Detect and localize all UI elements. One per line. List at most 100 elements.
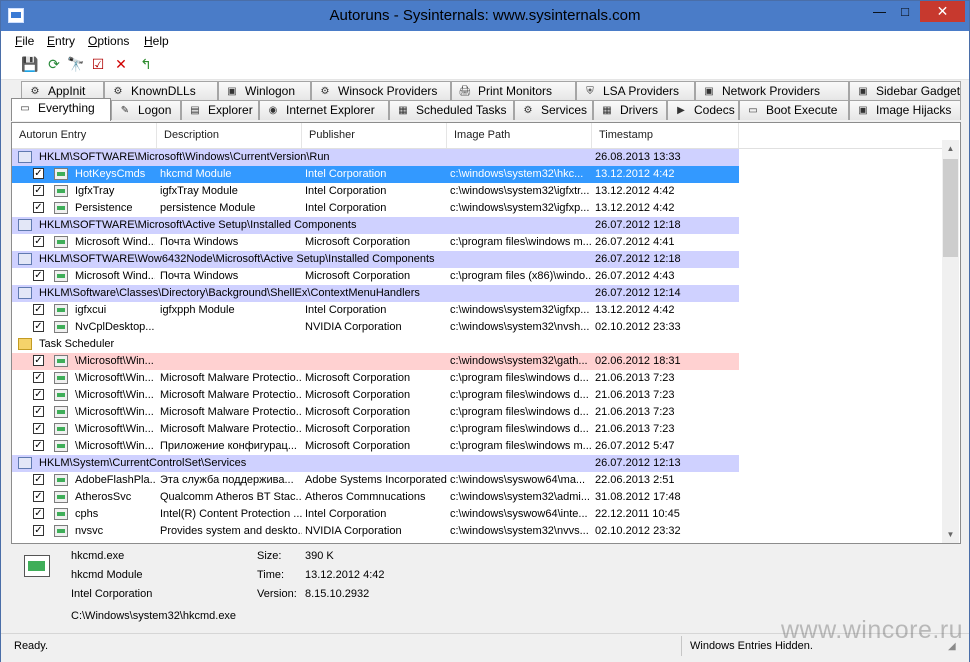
save-icon[interactable]: 💾 <box>21 55 39 73</box>
table-row[interactable]: ✓ AdobeFlashPla... Эта служба поддержива..… <box>12 472 739 489</box>
entry-checkbox[interactable]: ✓ <box>33 236 44 247</box>
entry-checkbox[interactable]: ✓ <box>33 270 44 281</box>
entry-checkbox[interactable]: ✓ <box>33 168 44 179</box>
menu-options[interactable]: Options <box>88 34 129 48</box>
group-row[interactable]: HKLM\Software\Classes\Directory\Backgrou… <box>12 285 739 302</box>
group-row[interactable]: HKLM\SOFTWARE\Microsoft\Windows\CurrentV… <box>12 149 739 166</box>
table-row[interactable]: ✓ HotKeysCmds hkcmd Module Intel Corporatio… <box>12 166 739 183</box>
table-row[interactable]: ✓ Microsoft Wind... Почта Windows Microsoft… <box>12 234 739 251</box>
entry-checkbox[interactable]: ✓ <box>33 508 44 519</box>
table-row[interactable]: ✓ \Microsoft\Win... Microsoft Malware Prot… <box>12 404 739 421</box>
tab-lsa-providers[interactable]: ⛨ LSA Providers <box>576 81 695 100</box>
title-bar[interactable]: Autoruns - Sysinternals: www.sysinternal… <box>1 1 969 31</box>
detail-size-label: Size: <box>257 550 282 562</box>
tab-codecs[interactable]: ▶ Codecs <box>667 100 739 120</box>
entry-name: nvsvc <box>75 525 104 537</box>
resize-grip-icon[interactable]: ◢ <box>948 641 963 656</box>
entry-timestamp: 21.06.2013 7:23 <box>595 406 675 418</box>
tab-winsock-providers-icon: ⚙ <box>320 85 330 97</box>
tab-print-monitors[interactable]: 🖨 Print Monitors <box>451 81 576 100</box>
tab-network-providers-icon: ▣ <box>704 85 714 97</box>
menu-file[interactable]: File <box>15 34 34 48</box>
group-row[interactable]: HKLM\SOFTWARE\Microsoft\Active Setup\Ins… <box>12 217 739 234</box>
folder-icon <box>18 338 32 350</box>
delete-icon[interactable]: ✕ <box>112 55 130 73</box>
entry-description: Почта Windows <box>160 270 239 282</box>
entry-checkbox[interactable]: ✓ <box>33 423 44 434</box>
entry-checkbox[interactable]: ✓ <box>33 525 44 536</box>
entry-image-path: c:\windows\syswow64\ma... <box>450 474 586 486</box>
table-row[interactable]: ✓ Persistence persistence Module Intel Corp… <box>12 200 739 217</box>
scroll-up-arrow-icon[interactable]: ▲ <box>942 140 959 157</box>
column-header-image-path[interactable]: Image Path <box>447 123 592 148</box>
minimize-button[interactable]: — <box>867 1 892 22</box>
entry-publisher: Intel Corporation <box>305 185 387 197</box>
entry-image-path: c:\windows\syswow64\inte... <box>450 508 588 520</box>
tab-everything[interactable]: ▭ Everything <box>11 98 111 121</box>
menu-entry[interactable]: Entry <box>47 34 75 48</box>
entry-checkbox[interactable]: ✓ <box>33 202 44 213</box>
entry-timestamp: 26.07.2012 5:47 <box>595 440 675 452</box>
entry-checkbox[interactable]: ✓ <box>33 406 44 417</box>
scroll-down-arrow-icon[interactable]: ▼ <box>942 526 959 543</box>
vertical-scrollbar[interactable]: ▲ ▼ <box>942 140 959 543</box>
tab-network-providers[interactable]: ▣ Network Providers <box>695 81 849 100</box>
scroll-thumb[interactable] <box>943 159 958 257</box>
entry-checkbox[interactable]: ✓ <box>33 491 44 502</box>
column-header-description[interactable]: Description <box>157 123 302 148</box>
tab-logon[interactable]: ✎ Logon <box>111 100 181 120</box>
entry-checkbox[interactable]: ✓ <box>33 474 44 485</box>
maximize-button[interactable]: □ <box>892 1 918 22</box>
table-row[interactable]: ✓ igfxcui igfxpph Module Intel Corporation c… <box>12 302 739 319</box>
entry-checkbox[interactable]: ✓ <box>33 372 44 383</box>
tab-boot-execute[interactable]: ▭ Boot Execute <box>739 100 849 120</box>
entry-description: persistence Module <box>160 202 256 214</box>
entry-checkbox[interactable]: ✓ <box>33 389 44 400</box>
entry-checkbox[interactable]: ✓ <box>33 355 44 366</box>
find-icon[interactable]: 🔭 <box>67 55 85 73</box>
group-row[interactable]: Task Scheduler <box>12 336 739 353</box>
table-row[interactable]: ✓ AtherosSvc Qualcomm Atheros BT Stac... At… <box>12 489 739 506</box>
group-row[interactable]: HKLM\System\CurrentControlSet\Services 26… <box>12 455 739 472</box>
entry-icon <box>54 440 68 452</box>
group-row[interactable]: HKLM\SOFTWARE\Wow6432Node\Microsoft\Acti… <box>12 251 739 268</box>
table-row[interactable]: ✓ IgfxTray igfxTray Module Intel Corporatio… <box>12 183 739 200</box>
refresh-icon[interactable]: ⟳ <box>45 55 63 73</box>
detail-version: 8.15.10.2932 <box>305 588 370 600</box>
table-row[interactable]: ✓ \Microsoft\Win... Приложение конфигурац.… <box>12 438 739 455</box>
table-row[interactable]: ✓ Microsoft Wind... Почта Windows Microsoft… <box>12 268 739 285</box>
entry-name: NvCplDesktop... <box>75 321 155 333</box>
menu-help[interactable]: Help <box>144 34 169 48</box>
tab-winsock-providers[interactable]: ⚙ Winsock Providers <box>311 81 451 100</box>
column-header-autorun-entry[interactable]: Autorun Entry <box>12 123 157 148</box>
tab-knowndlls[interactable]: ⚙ KnownDLLs <box>104 81 218 100</box>
entry-checkbox[interactable]: ✓ <box>33 185 44 196</box>
tab-appinit-icon: ⚙ <box>30 85 40 97</box>
toolbar: 💾 ⟳ 🔭 ☑ ✕ ↰ <box>1 51 969 80</box>
table-row[interactable]: ✓ \Microsoft\Win... Microsoft Malware Prot… <box>12 370 739 387</box>
tab-sidebar-gadgets[interactable]: ▣ Sidebar Gadgets <box>849 81 961 100</box>
column-header-timestamp[interactable]: Timestamp <box>592 123 739 148</box>
entry-checkbox[interactable]: ✓ <box>33 321 44 332</box>
tab-image-hijacks[interactable]: ▣ Image Hijacks <box>849 100 961 120</box>
tab-explorer[interactable]: ▤ Explorer <box>181 100 259 120</box>
table-row[interactable]: ✓ \Microsoft\Win... Microsoft Malware Prot… <box>12 421 739 438</box>
jump-icon[interactable]: ↰ <box>137 55 155 73</box>
entry-description: igfxpph Module <box>160 304 235 316</box>
table-row[interactable]: ✓ nvsvc Provides system and deskto... NVIDI… <box>12 523 739 540</box>
table-row[interactable]: ✓ NvCplDesktop... NVIDIA Corporation c:\win… <box>12 319 739 336</box>
tab-internet-explorer[interactable]: ◉ Internet Explorer <box>259 100 389 120</box>
entry-checkbox[interactable]: ✓ <box>33 440 44 451</box>
close-button[interactable]: ✕ <box>920 1 965 22</box>
column-header-publisher[interactable]: Publisher <box>302 123 447 148</box>
table-row[interactable]: ✓ \Microsoft\Win... c:\windows\system32\ga… <box>12 353 739 370</box>
table-row[interactable]: ✓ cphs Intel(R) Content Protection ... Inte… <box>12 506 739 523</box>
table-row[interactable]: ✓ \Microsoft\Win... Microsoft Malware Prot… <box>12 387 739 404</box>
tab-winlogon[interactable]: ▣ Winlogon <box>218 81 311 100</box>
entry-checkbox[interactable]: ✓ <box>33 304 44 315</box>
tab-drivers[interactable]: ▦ Drivers <box>593 100 667 120</box>
tab-services[interactable]: ⚙ Services <box>514 100 593 120</box>
entry-description: Intel(R) Content Protection ... <box>160 508 302 520</box>
tab-scheduled-tasks[interactable]: ▦ Scheduled Tasks <box>389 100 514 120</box>
properties-icon[interactable]: ☑ <box>89 55 107 73</box>
